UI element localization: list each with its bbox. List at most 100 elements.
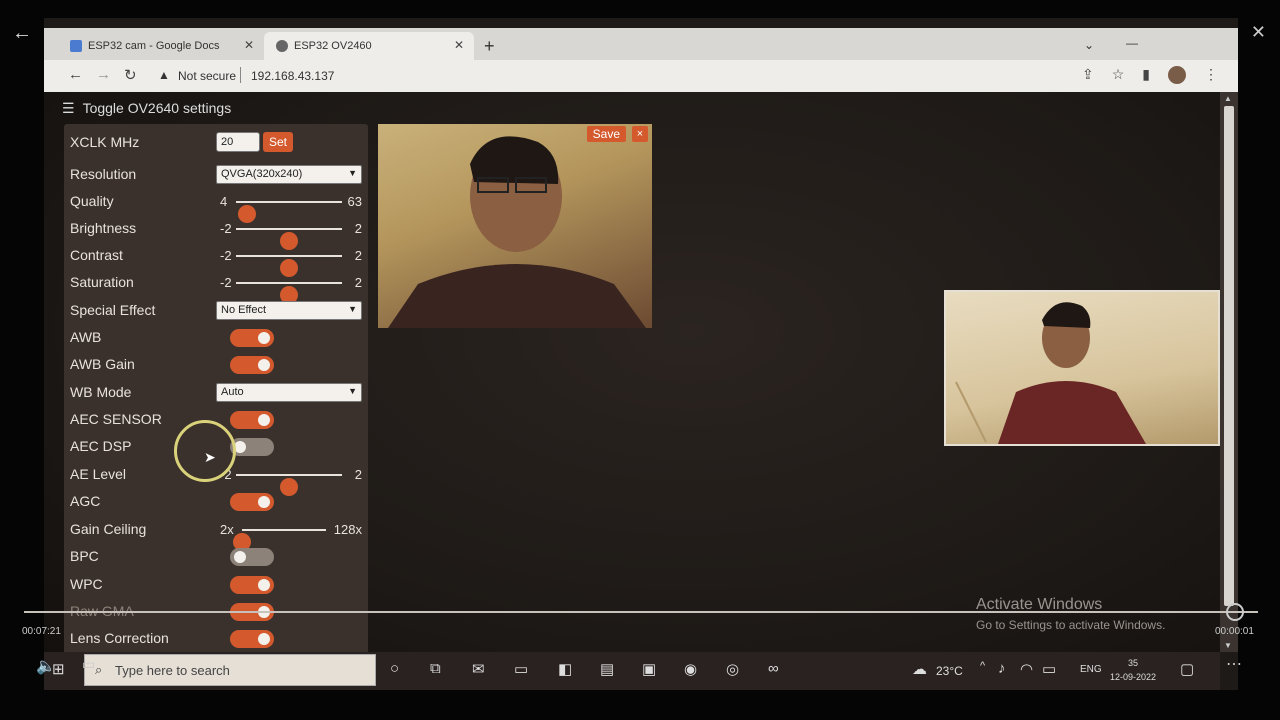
wb-mode-select[interactable]: Auto ▼ bbox=[216, 383, 362, 402]
avatar[interactable] bbox=[1168, 66, 1186, 84]
toolbar-icons: ⇪ ☆ ▮ ⋮ bbox=[1082, 66, 1218, 84]
range-min: 2x bbox=[220, 522, 234, 537]
back-icon[interactable]: ← bbox=[68, 66, 83, 83]
xclk-label: XCLK MHz bbox=[70, 134, 140, 150]
awb-gain-label: AWB Gain bbox=[70, 356, 135, 372]
scrollbar[interactable]: ▲ ▼ bbox=[1220, 92, 1238, 652]
new-tab-icon[interactable]: + bbox=[484, 36, 495, 57]
contrast-slider[interactable] bbox=[236, 255, 342, 277]
xclk-input[interactable]: 20 bbox=[216, 132, 260, 152]
toggle-knob bbox=[258, 359, 270, 371]
window-close-icon[interactable]: ✕ bbox=[1251, 22, 1266, 43]
taskbar-search[interactable]: ⌕ Type here to search bbox=[84, 654, 376, 686]
toggle-knob bbox=[258, 332, 270, 344]
awb-label: AWB bbox=[70, 329, 102, 345]
video-timeline[interactable] bbox=[24, 611, 1258, 613]
awb-gain-toggle[interactable] bbox=[230, 356, 274, 374]
scroll-thumb[interactable] bbox=[1224, 106, 1234, 606]
toggle-knob bbox=[258, 633, 270, 645]
gain-ceiling-slider[interactable] bbox=[233, 529, 326, 551]
search-placeholder: Type here to search bbox=[115, 663, 230, 678]
arduino-icon[interactable]: ∞ bbox=[768, 660, 779, 677]
saturation-row: Saturation -2 2 bbox=[70, 270, 362, 304]
close-stream-button[interactable]: × bbox=[632, 126, 648, 142]
brightness-row: Brightness -2 2 bbox=[70, 216, 362, 250]
share-icon[interactable]: ⇪ bbox=[1082, 66, 1094, 84]
still-image bbox=[944, 290, 1220, 446]
reload-icon[interactable]: ↻ bbox=[124, 66, 137, 84]
awb-toggle[interactable] bbox=[230, 329, 274, 347]
wpc-toggle[interactable] bbox=[230, 576, 274, 594]
url-field[interactable]: 192.168.43.137 bbox=[251, 69, 334, 83]
more-options-icon[interactable]: ⋯ bbox=[1226, 654, 1242, 674]
file-explorer-icon[interactable]: ▭ bbox=[514, 660, 528, 678]
stream-image bbox=[388, 136, 646, 328]
wifi-icon[interactable]: ◠ bbox=[1020, 660, 1033, 678]
media-icon[interactable]: ◎ bbox=[726, 660, 739, 678]
range-max: 128x bbox=[333, 522, 362, 537]
agc-toggle[interactable] bbox=[230, 493, 274, 511]
scroll-down-icon[interactable]: ▼ bbox=[1224, 641, 1232, 650]
range-min: -2 bbox=[220, 248, 232, 263]
lens-correction-label: Lens Correction bbox=[70, 630, 169, 646]
forward-icon[interactable]: → bbox=[96, 66, 111, 83]
range-max: 2 bbox=[354, 467, 362, 482]
mic-icon[interactable]: ♪ bbox=[998, 660, 1006, 677]
chrome-icon[interactable]: ◉ bbox=[684, 660, 697, 678]
app-icon[interactable]: ▣ bbox=[642, 660, 656, 678]
select-value: QVGA(320x240) bbox=[221, 168, 303, 180]
tab-esp32[interactable]: ESP32 OV2460 ✕ bbox=[264, 32, 474, 60]
language-indicator[interactable]: ENG bbox=[1080, 664, 1102, 675]
chevron-up-icon[interactable]: ^ bbox=[980, 660, 985, 672]
brightness-slider[interactable] bbox=[236, 228, 342, 250]
chevron-down-icon: ▼ bbox=[348, 168, 357, 178]
toggle-label: Toggle OV2640 settings bbox=[82, 100, 232, 116]
wb-mode-row: WB Mode Auto ▼ bbox=[70, 380, 362, 406]
kebab-menu-icon[interactable]: ⋮ bbox=[1204, 66, 1218, 84]
office-icon[interactable]: ◧ bbox=[558, 660, 572, 678]
saturation-slider[interactable] bbox=[236, 282, 342, 304]
star-icon[interactable]: ☆ bbox=[1112, 66, 1125, 84]
sidepanel-icon[interactable]: ▮ bbox=[1142, 66, 1150, 84]
time-elapsed: 00:07:21 bbox=[22, 626, 61, 637]
ae-level-slider[interactable] bbox=[236, 474, 342, 496]
tab-google-docs[interactable]: ESP32 cam - Google Docs ✕ bbox=[58, 32, 264, 60]
special-effect-row: Special Effect No Effect ▼ bbox=[70, 298, 362, 324]
quality-slider[interactable] bbox=[236, 201, 342, 223]
toggle-knob bbox=[234, 551, 246, 563]
settings-toggle[interactable]: ☰ Toggle OV2640 settings bbox=[62, 100, 231, 117]
saturation-label: Saturation bbox=[70, 274, 134, 290]
temperature: 23°C bbox=[936, 664, 963, 678]
store-icon[interactable]: ▤ bbox=[600, 660, 614, 678]
resolution-row: Resolution QVGA(320x240) ▼ bbox=[70, 162, 362, 188]
task-view-icon[interactable]: ⧉ bbox=[430, 660, 441, 677]
divider bbox=[240, 67, 241, 83]
save-button[interactable]: Save bbox=[586, 126, 626, 142]
lens-correction-row: Lens Correction bbox=[70, 626, 362, 652]
chevron-down-icon[interactable]: ⌄ bbox=[1084, 38, 1094, 52]
special-effect-select[interactable]: No Effect ▼ bbox=[216, 301, 362, 320]
timeline-handle[interactable] bbox=[1226, 603, 1244, 621]
scroll-up-icon[interactable]: ▲ bbox=[1224, 94, 1232, 103]
volume-icon[interactable]: 🔈 bbox=[36, 656, 56, 676]
subtitles-icon[interactable]: ▭ bbox=[82, 656, 95, 673]
set-button[interactable]: Set bbox=[263, 132, 293, 152]
quality-row: Quality 4 63 bbox=[70, 189, 362, 223]
tab-close-icon[interactable]: ✕ bbox=[244, 38, 254, 52]
screen: ← — ❐ ✕ ESP32 cam - Google Docs ✕ ESP32 … bbox=[0, 0, 1280, 720]
bpc-toggle[interactable] bbox=[230, 548, 274, 566]
notification-icon[interactable]: ▢ bbox=[1180, 660, 1194, 678]
lens-correction-toggle[interactable] bbox=[230, 630, 274, 648]
browser-minimize-icon[interactable]: — bbox=[1126, 36, 1138, 50]
settings-panel: XCLK MHz 20 Set Resolution QVGA(320x240)… bbox=[64, 124, 368, 664]
mail-icon[interactable]: ✉ bbox=[472, 660, 485, 678]
aec-dsp-toggle[interactable] bbox=[230, 438, 274, 456]
cortana-icon[interactable]: ○ bbox=[390, 660, 399, 677]
quality-label: Quality bbox=[70, 193, 114, 209]
aec-sensor-toggle[interactable] bbox=[230, 411, 274, 429]
back-arrow-icon[interactable]: ← bbox=[12, 22, 32, 45]
battery-icon[interactable]: ▭ bbox=[1042, 660, 1056, 678]
resolution-select[interactable]: QVGA(320x240) ▼ bbox=[216, 165, 362, 184]
tab-close-icon[interactable]: ✕ bbox=[454, 38, 464, 52]
clock[interactable]: 35 12-09-2022 bbox=[1110, 656, 1156, 684]
